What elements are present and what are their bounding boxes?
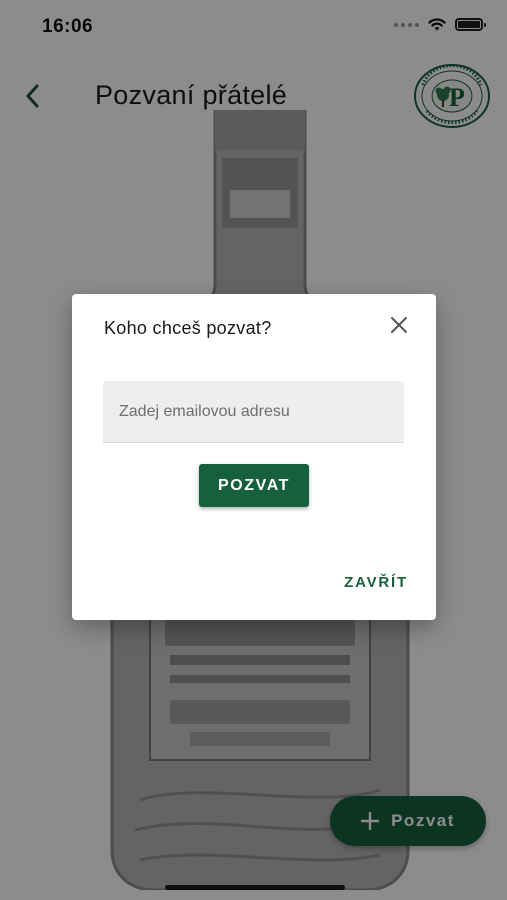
close-dialog-button[interactable]: ZAVŘÍT [342,570,410,596]
app-screen: 16:06 Pozvaní přátelé P Pozvat Koho chce… [0,0,507,900]
invite-button-label: POZVAT [217,476,291,494]
email-input[interactable] [103,381,404,443]
invite-button[interactable]: POZVAT [199,464,309,507]
close-button[interactable] [386,312,412,338]
invite-dialog: Koho chceš pozvat? POZVAT ZAVŘÍT [72,294,436,620]
close-dialog-label: ZAVŘÍT [344,574,408,591]
close-icon [391,317,407,333]
dialog-title: Koho chceš pozvat? [104,318,272,338]
